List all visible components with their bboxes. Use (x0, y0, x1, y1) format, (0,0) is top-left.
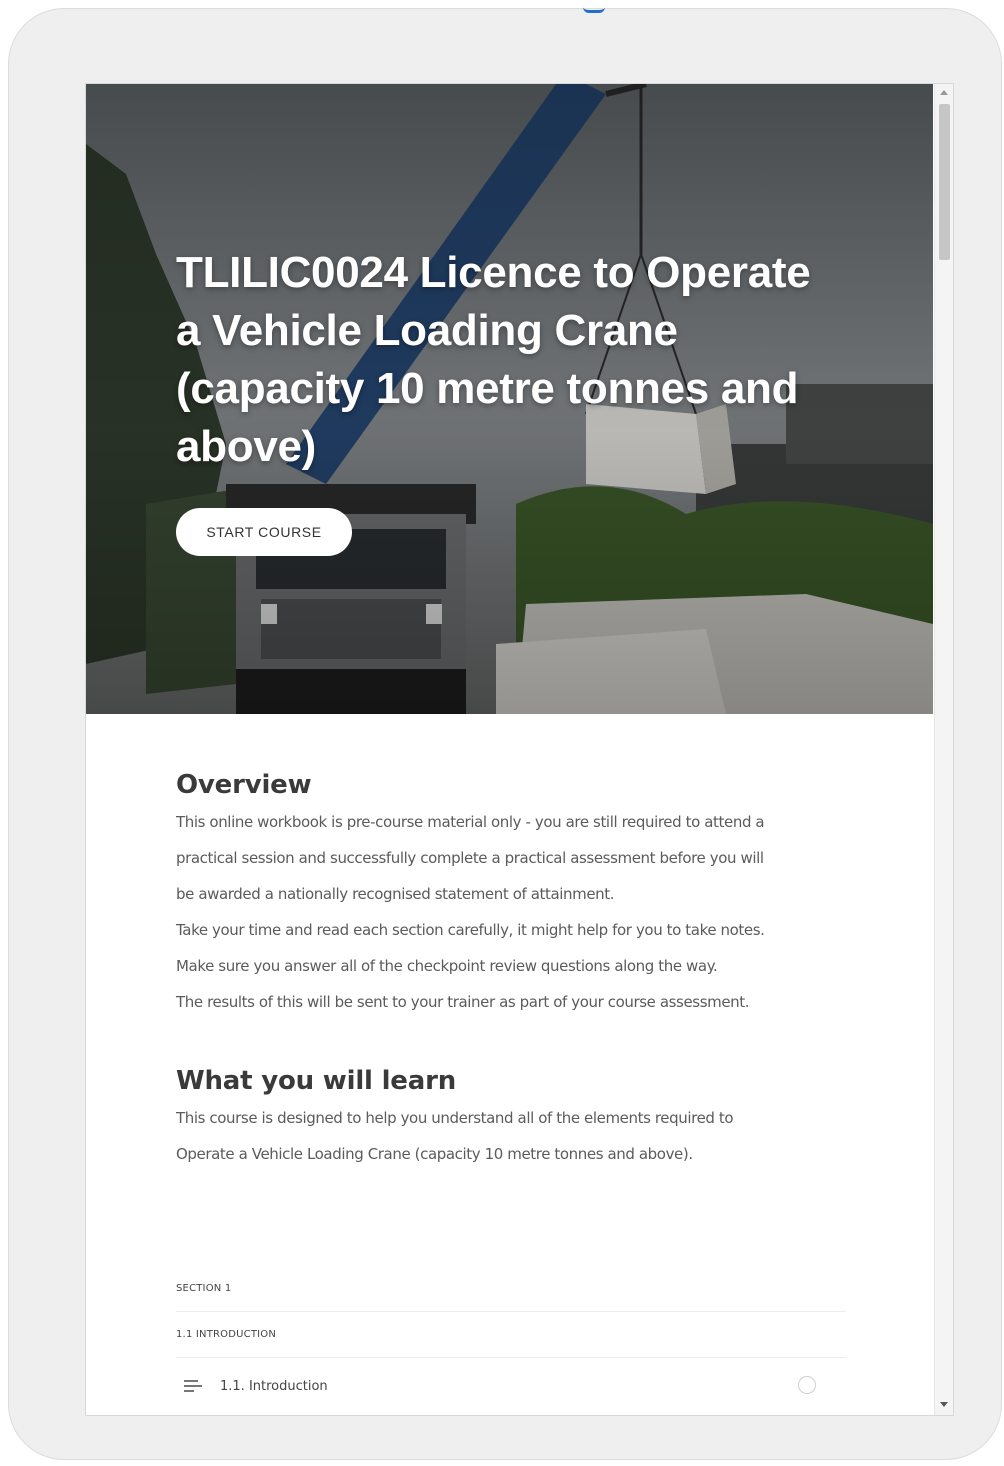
subsection-label: 1.1 INTRODUCTION (176, 1329, 277, 1340)
overview-line: This online workbook is pre-course mater… (176, 813, 765, 831)
overview-line: Take your time and read each section car… (176, 921, 765, 939)
course-content: TLILIC0024 Licence to Operate a Vehicle … (86, 84, 933, 1415)
text-lines-icon (184, 1379, 202, 1393)
overview-line: practical session and successfully compl… (176, 849, 764, 867)
overview-section: Overview This online workbook is pre-cou… (176, 770, 846, 1020)
course-screen: TLILIC0024 Licence to Operate a Vehicle … (86, 84, 953, 1415)
overview-heading: Overview (176, 770, 312, 800)
tablet-top-accent (583, 7, 605, 13)
course-outline: SECTION 1 1.1 INTRODUCTION 1.1. Introduc… (176, 1266, 846, 1414)
section-label: SECTION 1 (176, 1283, 232, 1294)
learn-line: Operate a Vehicle Loading Crane (capacit… (176, 1145, 693, 1163)
tablet-frame: TLILIC0024 Licence to Operate a Vehicle … (8, 8, 1002, 1460)
vertical-scrollbar[interactable] (934, 84, 953, 1415)
scroll-down-arrow-icon[interactable] (940, 1402, 948, 1407)
incomplete-circle-icon (798, 1376, 816, 1394)
overview-line: be awarded a nationally recognised state… (176, 885, 615, 903)
hero-banner: TLILIC0024 Licence to Operate a Vehicle … (86, 84, 933, 714)
section-header: SECTION 1 (176, 1266, 846, 1312)
learn-line: This course is designed to help you unde… (176, 1109, 734, 1127)
start-course-button[interactable]: START COURSE (176, 508, 352, 556)
learn-heading: What you will learn (176, 1066, 457, 1096)
course-title: TLILIC0024 Licence to Operate a Vehicle … (176, 248, 811, 471)
overview-line: The results of this will be sent to your… (176, 993, 750, 1011)
learn-section: What you will learn This course is desig… (176, 1066, 846, 1172)
lesson-item[interactable]: 1.1. Introduction (176, 1358, 846, 1414)
overview-line: Make sure you answer all of the checkpoi… (176, 957, 718, 975)
scrollbar-thumb[interactable] (939, 104, 950, 260)
scroll-up-arrow-icon[interactable] (940, 90, 948, 95)
lesson-title: 1.1. Introduction (220, 1378, 328, 1394)
subsection-header: 1.1 INTRODUCTION (176, 1312, 846, 1358)
